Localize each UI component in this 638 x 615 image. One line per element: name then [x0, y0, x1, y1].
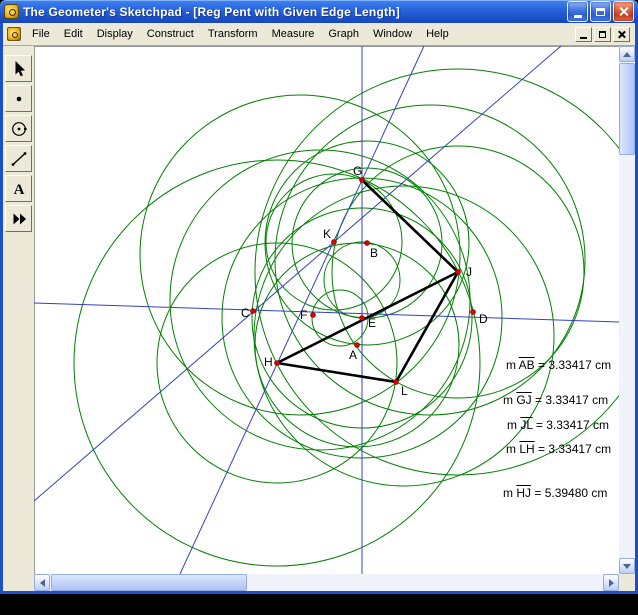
menu-item-help[interactable]: Help — [419, 24, 456, 44]
menu-item-construct[interactable]: Construct — [140, 24, 201, 44]
text-tool[interactable]: A — [5, 175, 32, 202]
arrow-left-icon — [40, 579, 45, 587]
horizontal-scrollbar[interactable] — [34, 574, 619, 591]
svg-text:A: A — [13, 182, 24, 198]
straightedge-tool[interactable] — [5, 145, 32, 172]
vertical-scroll-thumb[interactable] — [619, 63, 635, 155]
horizontal-scroll-thumb[interactable] — [51, 574, 247, 591]
custom-tool-icon — [9, 209, 29, 229]
measurement-GJ[interactable]: m GJ = 3.33417 cm — [503, 393, 608, 407]
point-icon — [9, 89, 29, 109]
scroll-right-button[interactable] — [603, 574, 619, 591]
point-tool[interactable] — [5, 85, 32, 112]
arrow-cursor-icon — [9, 59, 29, 79]
mdi-close-icon — [618, 30, 626, 38]
menu-bar: FileEditDisplayConstructTransformMeasure… — [3, 23, 635, 46]
menu-item-file[interactable]: File — [25, 24, 57, 44]
measurement-JL[interactable]: m JL = 3.33417 cm — [507, 418, 609, 432]
mdi-minimize-icon — [580, 37, 587, 39]
menu-item-display[interactable]: Display — [90, 24, 140, 44]
scroll-left-button[interactable] — [34, 574, 50, 591]
screen: The Geometer's Sketchpad - [Reg Pent wit… — [0, 0, 638, 615]
mdi-close-button[interactable] — [613, 27, 630, 42]
mdi-restore-icon — [599, 31, 606, 38]
close-icon — [618, 6, 629, 17]
scroll-down-button[interactable] — [619, 558, 635, 574]
restore-button[interactable] — [590, 1, 611, 22]
scroll-up-button[interactable] — [619, 46, 635, 62]
tool-palette: A — [3, 46, 34, 591]
menu-item-window[interactable]: Window — [366, 24, 419, 44]
measurement-AB[interactable]: m AB = 3.33417 cm — [506, 358, 611, 372]
arrow-right-icon — [609, 579, 614, 587]
mdi-controls — [575, 27, 633, 42]
mdi-restore-button[interactable] — [594, 27, 611, 42]
window-controls — [567, 1, 634, 22]
minimize-button[interactable] — [567, 1, 588, 22]
straightedge-icon — [9, 149, 29, 169]
compass-circle-icon — [9, 119, 29, 139]
menu-item-measure[interactable]: Measure — [265, 24, 322, 44]
selection-arrow-tool[interactable] — [5, 55, 32, 82]
measurement-HJ[interactable]: m HJ = 5.39480 cm — [503, 486, 607, 500]
sketch-canvas[interactable]: GKBJCFEDHAL m AB = 3.33417 cmm GJ = 3.33… — [34, 46, 619, 574]
arrow-up-icon — [623, 52, 631, 57]
title-bar: The Geometer's Sketchpad - [Reg Pent wit… — [0, 0, 638, 23]
menu-item-graph[interactable]: Graph — [321, 24, 366, 44]
vertical-scrollbar[interactable] — [619, 46, 635, 574]
app-window: The Geometer's Sketchpad - [Reg Pent wit… — [0, 0, 638, 594]
compass-tool[interactable] — [5, 115, 32, 142]
app-icon[interactable] — [4, 4, 19, 19]
measurement-LH[interactable]: m LH = 3.33417 cm — [506, 442, 611, 456]
measurements-layer: m AB = 3.33417 cm m GJ = 3.33417 cm m JL =… — [34, 46, 619, 574]
custom-tool[interactable] — [5, 205, 32, 232]
document-icon[interactable] — [7, 27, 21, 41]
mdi-minimize-button[interactable] — [575, 27, 592, 42]
menu-items: FileEditDisplayConstructTransformMeasure… — [25, 24, 456, 44]
restore-icon — [596, 8, 605, 16]
menu-item-edit[interactable]: Edit — [57, 24, 90, 44]
menu-item-transform[interactable]: Transform — [201, 24, 265, 44]
text-icon: A — [9, 179, 29, 199]
scrollbar-corner — [619, 574, 635, 591]
window-title: The Geometer's Sketchpad - [Reg Pent wit… — [23, 5, 563, 19]
close-button[interactable] — [613, 1, 634, 22]
window-body: FileEditDisplayConstructTransformMeasure… — [0, 23, 638, 594]
arrow-down-icon — [623, 564, 631, 569]
minimize-icon — [574, 15, 582, 18]
